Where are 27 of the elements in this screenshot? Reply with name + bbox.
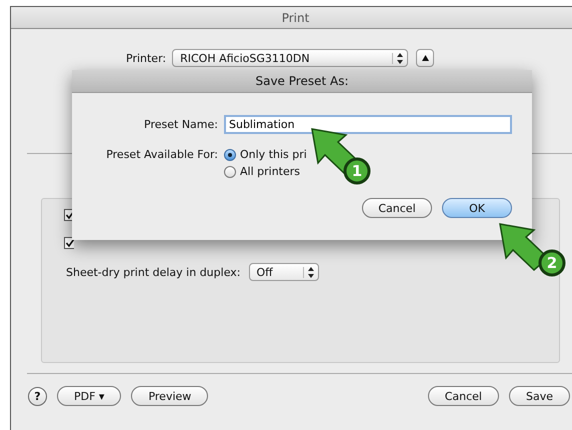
cancel-button[interactable]: Cancel	[428, 386, 499, 406]
printer-label: Printer:	[126, 52, 166, 64]
window-title: Print	[11, 7, 572, 29]
dialog-title: Save Preset As:	[72, 70, 532, 93]
step-number: 2	[546, 254, 558, 272]
radio-label[interactable]: All printers	[240, 165, 300, 178]
delay-label: Sheet-dry print delay in duplex:	[66, 266, 240, 278]
preview-button[interactable]: Preview	[131, 386, 208, 406]
radio-button[interactable]	[224, 166, 236, 178]
pdf-button[interactable]: PDF ▾	[57, 386, 122, 406]
collapse-button[interactable]	[416, 49, 434, 67]
cancel-button[interactable]: Cancel	[362, 198, 432, 218]
ok-button[interactable]: OK	[442, 198, 512, 218]
preset-name-label: Preset Name:	[143, 118, 218, 131]
step-number: 1	[352, 162, 362, 180]
radio-button[interactable]	[224, 148, 236, 160]
delay-dropdown[interactable]: Off	[248, 263, 318, 281]
help-button[interactable]: ?	[28, 386, 47, 406]
available-for-label: Preset Available For:	[105, 148, 218, 163]
save-button[interactable]: Save	[508, 386, 570, 406]
stepper-icon	[308, 266, 314, 278]
triangle-icon	[422, 55, 429, 61]
printer-dropdown[interactable]: RICOH AficioSG3110DN	[172, 49, 408, 67]
checkbox[interactable]	[64, 237, 74, 249]
stepper-icon	[397, 52, 404, 64]
preset-name-field[interactable]: Sublimation	[224, 115, 512, 134]
radio-label[interactable]: Only this pri	[240, 148, 307, 161]
